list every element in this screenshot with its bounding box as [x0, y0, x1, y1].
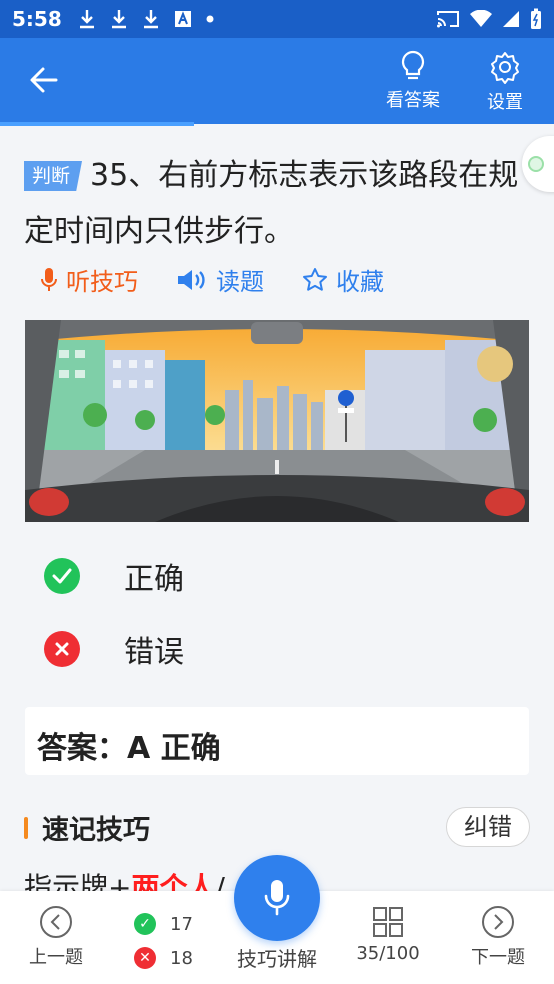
listen-tips-label: 听技巧 [66, 268, 138, 296]
next-question-label: 下一题 [471, 947, 525, 968]
wifi-icon [470, 10, 492, 27]
signal-icon [503, 11, 519, 27]
correct-check-icon [44, 558, 80, 594]
cast-icon [437, 11, 459, 28]
question-progress: 35/100 [356, 943, 420, 964]
lightbulb-icon [401, 50, 425, 80]
settings-button[interactable]: 设置 [465, 50, 545, 114]
next-question-button[interactable]: 下一题 [462, 891, 534, 969]
read-question-label: 读题 [216, 268, 264, 296]
option-wrong[interactable]: 错误 [44, 627, 184, 671]
app-notification-icon [174, 11, 191, 27]
status-bar: 5:58 [0, 0, 554, 38]
correct-count-icon: ✓ [134, 913, 156, 935]
back-arrow-icon[interactable] [26, 62, 62, 98]
show-answer-label: 看答案 [386, 90, 440, 111]
download-icon [111, 10, 126, 29]
microphone-icon [41, 267, 57, 291]
question-text-block: 判断 35、右前方标志表示该路段在规定时间内只供步行。 [24, 148, 524, 260]
status-notification-icons [78, 9, 214, 29]
side-floating-badge[interactable] [522, 136, 554, 192]
download-icon [143, 10, 158, 29]
question-actions: 听技巧 读题 收藏 [40, 262, 384, 297]
chevron-right-circle-icon [482, 906, 514, 938]
gear-icon [491, 52, 519, 84]
app-header: 看答案 设置 [0, 38, 554, 124]
wrong-x-icon [44, 631, 80, 667]
status-time: 5:58 [12, 7, 62, 31]
option-correct-label: 正确 [124, 562, 184, 597]
question-illustration [25, 320, 529, 522]
correct-count: 17 [170, 913, 193, 935]
favorite-button[interactable]: 收藏 [302, 262, 384, 297]
settings-label: 设置 [487, 92, 523, 113]
microphone-icon [264, 880, 290, 916]
tips-title-label: 速记技巧 [42, 815, 150, 846]
wrong-count-icon: ✕ [134, 947, 156, 969]
question-list-button[interactable]: 35/100 [352, 891, 424, 964]
street-scene-image [25, 320, 529, 522]
tips-accent-bar [24, 816, 28, 839]
previous-question-label: 上一题 [29, 947, 83, 968]
badge-icon [528, 156, 544, 172]
tips-explain-label: 技巧讲解 [237, 947, 317, 971]
show-answer-button[interactable]: 看答案 [373, 50, 453, 112]
option-wrong-label: 错误 [124, 635, 184, 670]
option-correct[interactable]: 正确 [44, 554, 184, 598]
dot-icon [206, 15, 214, 23]
answer-stats: ✓ 17 ✕ 18 [134, 907, 193, 975]
grid-icon [373, 907, 403, 937]
favorite-label: 收藏 [336, 268, 384, 296]
read-question-button[interactable]: 读题 [176, 262, 264, 297]
star-icon [303, 267, 327, 291]
previous-question-button[interactable]: 上一题 [20, 891, 92, 969]
question-type-tag: 判断 [24, 161, 83, 191]
answer-text: 答案：A 正确 [37, 731, 221, 766]
wrong-count: 18 [170, 947, 193, 969]
report-error-button[interactable]: 纠错 [446, 807, 530, 847]
answer-card: 答案：A 正确 [25, 707, 529, 775]
chevron-left-circle-icon [40, 906, 72, 938]
download-icon [79, 10, 94, 29]
tips-explain-mic-button[interactable] [234, 855, 320, 941]
tips-section-title: 速记技巧 [24, 808, 150, 847]
listen-tips-button[interactable]: 听技巧 [40, 262, 138, 297]
speaker-icon [178, 269, 205, 290]
question-text: 35、右前方标志表示该路段在规定时间内只供步行。 [24, 158, 519, 249]
status-system-icons [436, 8, 542, 30]
tips-explain-label-container: 技巧讲解 [227, 943, 327, 972]
question-progress-bar [0, 122, 194, 126]
battery-icon [531, 8, 541, 29]
